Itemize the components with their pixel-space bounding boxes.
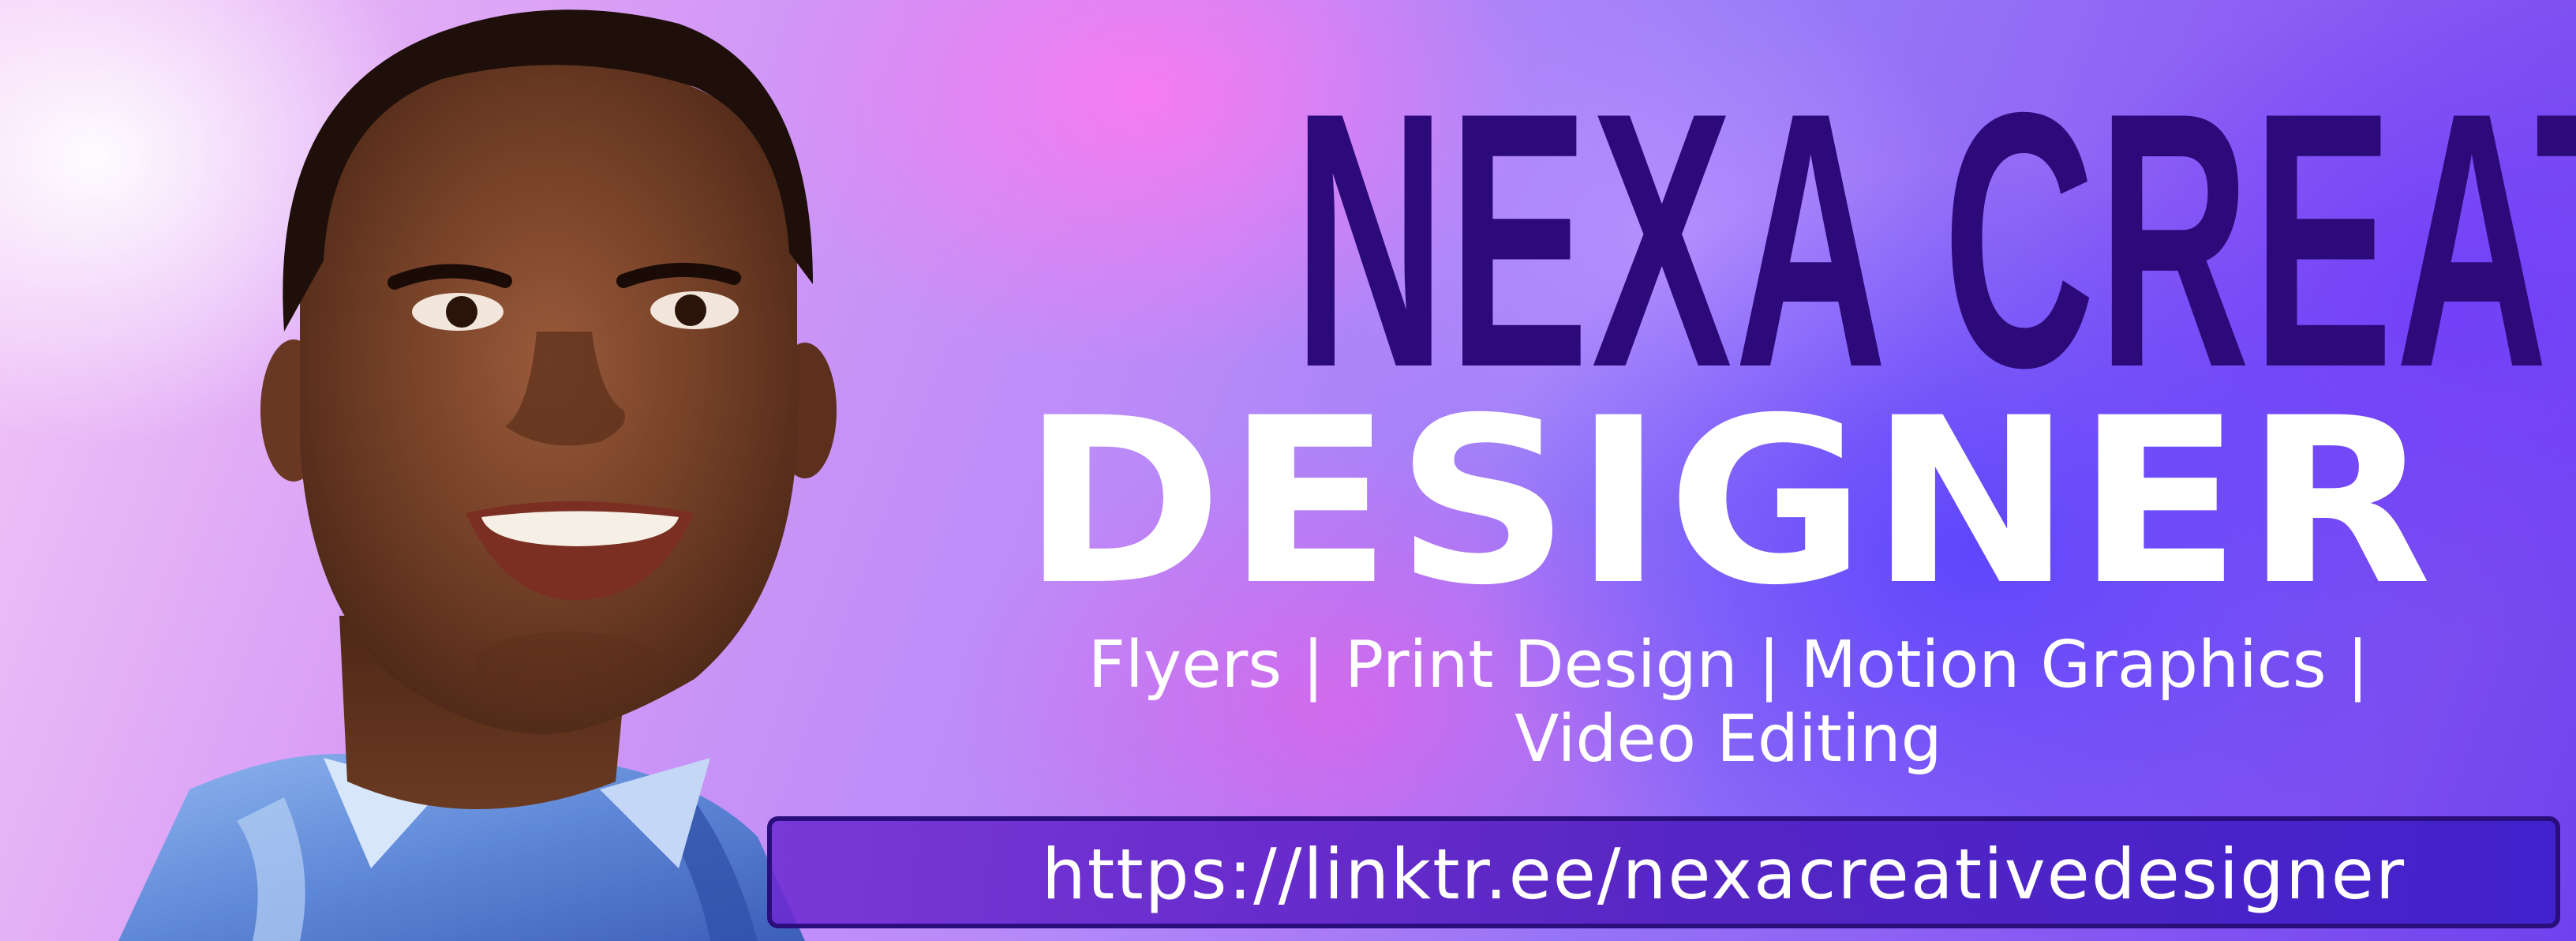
banner: NEXA CREATIVE DESIGNER Flyers | Print De… [0, 0, 2576, 941]
portrait-illustration [118, 9, 837, 941]
services-line-2: Video Editing [1515, 702, 1942, 777]
title-brand-name: NEXA CREATIVE [1294, 38, 2576, 443]
linktree-link[interactable]: https://linktr.ee/nexacreativedesigner [1042, 827, 2447, 922]
services-tagline: Flyers | Print Design | Motion Graphics … [979, 628, 2478, 777]
title-role: DESIGNER [1021, 369, 2436, 635]
services-line-1: Flyers | Print Design | Motion Graphics … [1088, 628, 2369, 703]
headline-block: NEXA CREATIVE DESIGNER [979, 38, 2576, 617]
